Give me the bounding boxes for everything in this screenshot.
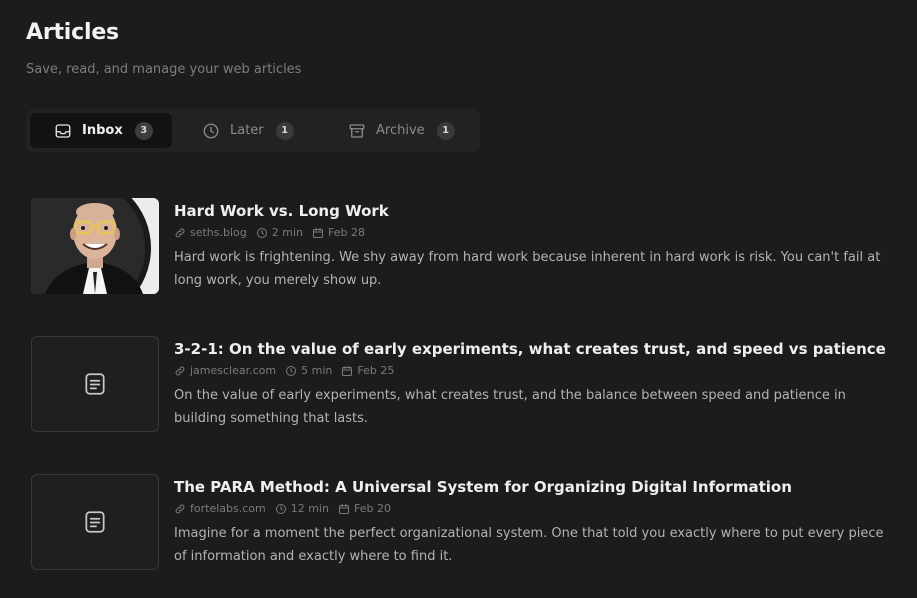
- article-title[interactable]: 3-2-1: On the value of early experiments…: [174, 339, 889, 359]
- article-meta: fortelabs.com 12 min Feb 20: [174, 502, 889, 516]
- tab-inbox-count: 3: [134, 121, 153, 140]
- inbox-icon: [54, 122, 72, 140]
- calendar-icon: [342, 366, 353, 376]
- article-read-time: 5 min: [285, 364, 332, 378]
- article-read-time: 2 min: [256, 226, 303, 240]
- calendar-icon: [338, 504, 349, 514]
- tab-archive-label: Archive: [376, 123, 425, 138]
- tab-archive[interactable]: Archive 1: [320, 113, 470, 148]
- article-description: Hard work is frightening. We shy away fr…: [174, 250, 881, 288]
- article-thumbnail[interactable]: [31, 336, 159, 432]
- article-source: fortelabs.com: [174, 502, 266, 516]
- article-meta: seths.blog 2 min Feb 28: [174, 226, 889, 240]
- link-icon: [175, 366, 185, 376]
- articles-page: Articles Save, read, and manage your web…: [0, 0, 917, 598]
- article-item[interactable]: 3-2-1: On the value of early experiments…: [31, 336, 891, 436]
- tab-later-count: 1: [275, 121, 294, 140]
- article-meta: jamesclear.com 5 min Feb 25: [174, 364, 889, 378]
- article-source: seths.blog: [174, 226, 247, 240]
- article-item[interactable]: The PARA Method: A Universal System for …: [31, 474, 891, 574]
- article-item[interactable]: Hard Work vs. Long Work seths.blog 2 min…: [31, 198, 891, 298]
- article-content: Hard Work vs. Long Work seths.blog 2 min…: [174, 201, 889, 292]
- tab-inbox[interactable]: Inbox 3: [30, 113, 172, 148]
- article-description: Imagine for a moment the perfect organiz…: [174, 526, 884, 564]
- calendar-icon: [313, 228, 324, 238]
- clock-icon: [202, 122, 220, 140]
- article-description: On the value of early experiments, what …: [174, 388, 846, 426]
- clock-icon: [286, 366, 297, 376]
- clock-icon: [275, 504, 286, 514]
- clock-icon: [256, 228, 267, 238]
- article-date: Feb 20: [338, 502, 391, 516]
- article-date: Feb 28: [312, 226, 365, 240]
- page-subtitle: Save, read, and manage your web articles: [26, 62, 302, 77]
- article-source: jamesclear.com: [174, 364, 276, 378]
- article-read-time: 12 min: [275, 502, 329, 516]
- article-title[interactable]: Hard Work vs. Long Work: [174, 201, 889, 221]
- article-title[interactable]: The PARA Method: A Universal System for …: [174, 477, 889, 497]
- article-content: 3-2-1: On the value of early experiments…: [174, 339, 889, 430]
- document-icon: [85, 511, 105, 533]
- link-icon: [175, 504, 185, 514]
- article-thumbnail-author-photo[interactable]: [31, 198, 159, 294]
- tab-bar: Inbox 3 Later 1 Archive 1: [26, 109, 480, 152]
- archive-icon: [348, 122, 366, 140]
- article-date: Feb 25: [341, 364, 394, 378]
- page-header: Articles Save, read, and manage your web…: [26, 19, 301, 78]
- page-title: Articles: [26, 20, 119, 45]
- tab-inbox-label: Inbox: [82, 123, 123, 138]
- article-content: The PARA Method: A Universal System for …: [174, 477, 889, 568]
- document-icon: [85, 373, 105, 395]
- article-thumbnail[interactable]: [31, 474, 159, 570]
- tab-later-label: Later: [230, 123, 264, 138]
- tab-later[interactable]: Later 1: [172, 113, 320, 148]
- tab-archive-count: 1: [436, 121, 455, 140]
- link-icon: [175, 228, 185, 238]
